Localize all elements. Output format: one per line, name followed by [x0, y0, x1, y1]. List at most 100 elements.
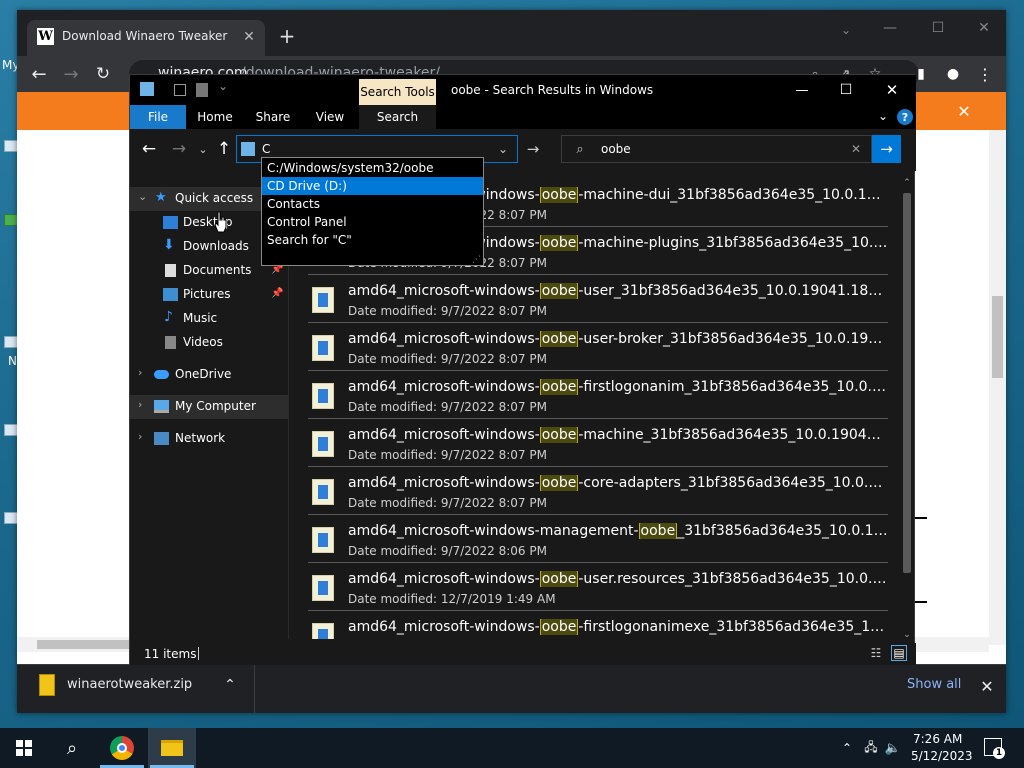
- download-filename[interactable]: winaerotweaker.zip: [67, 677, 192, 692]
- download-chevron-up-icon[interactable]: ⌃: [219, 674, 241, 696]
- address-dropdown-icon[interactable]: ⌄: [492, 137, 514, 161]
- new-tab-icon[interactable]: +: [275, 24, 299, 48]
- maximize-icon[interactable]: ☐: [923, 16, 953, 40]
- tab-close-icon[interactable]: ✕: [239, 27, 259, 47]
- chrome-menu-icon[interactable]: ⋮: [973, 62, 997, 86]
- file-row[interactable]: amd64_microsoft-windows-oobe -user-broker…: [308, 325, 888, 371]
- clear-search-icon[interactable]: ✕: [846, 140, 866, 158]
- search-go-icon[interactable]: →: [872, 135, 901, 163]
- explorer-close-icon[interactable]: ✕: [878, 79, 906, 101]
- file-explorer-taskbar-icon[interactable]: [148, 728, 196, 768]
- scroll-up-icon[interactable]: ⌃: [900, 177, 914, 189]
- collapsed-chevron-icon[interactable]: ›: [138, 398, 142, 411]
- go-arrow-icon[interactable]: →: [522, 137, 544, 161]
- results-scrollbar[interactable]: ⌃ ⌄: [900, 177, 914, 641]
- content-view-icon[interactable]: ▤: [891, 645, 907, 661]
- search-box[interactable]: ⌕ oobe ✕: [561, 135, 872, 163]
- ribbon-tab-share[interactable]: Share: [248, 105, 298, 129]
- minimize-icon[interactable]: —: [875, 16, 905, 40]
- file-row[interactable]: amd64_microsoft-windows-oobe -user.resour…: [308, 565, 888, 611]
- network-icon: [154, 432, 169, 445]
- help-icon[interactable]: ?: [897, 109, 913, 125]
- download-shelf-close-icon[interactable]: ✕: [975, 674, 999, 698]
- show-all-link[interactable]: Show all: [907, 677, 961, 692]
- search-highlight: oobe: [539, 187, 579, 203]
- nav-my-computer[interactable]: › My Computer: [130, 395, 288, 419]
- search-input[interactable]: oobe: [601, 142, 631, 156]
- collapsed-chevron-icon[interactable]: ›: [138, 366, 142, 379]
- start-button[interactable]: [0, 728, 48, 768]
- ribbon-tab-view[interactable]: View: [305, 105, 355, 129]
- results-scrollbar-thumb[interactable]: [903, 193, 911, 573]
- file-row[interactable]: amd64_microsoft-windows-oobe -machine_31b…: [308, 421, 888, 467]
- folder-file-icon: [312, 431, 334, 457]
- desktop-shortcut-icon[interactable]: [4, 214, 18, 226]
- back-icon[interactable]: ←: [27, 62, 51, 86]
- desktop-shortcut-icon[interactable]: [4, 424, 18, 436]
- folder-file-icon: [312, 335, 334, 361]
- resize-grip-icon[interactable]: ⋰: [472, 255, 481, 265]
- desktop-shortcut-icon[interactable]: [4, 140, 18, 152]
- ribbon-tab-home[interactable]: Home: [190, 105, 240, 129]
- file-row[interactable]: amd64_microsoft-windows-oobe -firstlogona…: [308, 373, 888, 419]
- page-scrollbar[interactable]: [989, 130, 1006, 645]
- desktop-shortcut-icon[interactable]: [4, 336, 18, 348]
- browser-tab[interactable]: W Download Winaero Tweaker ✕: [27, 20, 265, 56]
- details-view-icon[interactable]: ☷: [868, 645, 884, 661]
- reload-icon[interactable]: ↻: [91, 62, 115, 86]
- file-row[interactable]: amd64_microsoft-windows-oobe -core-adapte…: [308, 469, 888, 515]
- explorer-minimize-icon[interactable]: —: [788, 79, 816, 101]
- file-row[interactable]: amd64_microsoft-windows-management-oobe _…: [308, 517, 888, 563]
- pin-icon[interactable]: 📌: [271, 288, 283, 299]
- close-window-icon[interactable]: ✕: [969, 16, 999, 40]
- nav-videos[interactable]: Videos: [130, 331, 288, 355]
- expanded-chevron-icon[interactable]: ⌄: [138, 190, 147, 203]
- properties-icon[interactable]: [174, 84, 186, 96]
- ribbon-expand-icon[interactable]: ⌄: [874, 107, 892, 125]
- action-center-icon[interactable]: 1: [984, 738, 1005, 759]
- banner-close-icon[interactable]: ✕: [953, 100, 975, 122]
- divider: [254, 665, 255, 713]
- nav-pictures[interactable]: Pictures 📌: [130, 283, 288, 307]
- file-row[interactable]: amd64_microsoft-windows-oobe -firstlogona…: [308, 613, 888, 639]
- qat-dropdown-icon[interactable]: ⌄: [218, 79, 228, 93]
- recent-locations-icon[interactable]: ⌄: [194, 137, 212, 161]
- forward-icon[interactable]: →: [59, 62, 83, 86]
- clock-time[interactable]: 7:26 AM: [913, 732, 962, 746]
- chrome-taskbar-icon[interactable]: [98, 728, 146, 768]
- address-input[interactable]: C: [262, 142, 270, 156]
- file-row[interactable]: amd64_microsoft-windows-oobe -user_31bf38…: [308, 277, 888, 323]
- nav-music[interactable]: ♪ Music: [130, 307, 288, 331]
- profile-icon[interactable]: ●: [941, 62, 965, 86]
- autocomplete-option[interactable]: Search for "C": [262, 231, 483, 249]
- ribbon-tab-search[interactable]: Search: [359, 105, 436, 129]
- search-tools-context-tab[interactable]: Search Tools: [359, 79, 436, 105]
- volume-icon[interactable]: 🔈: [884, 738, 902, 758]
- clock-date[interactable]: 5/12/2023: [911, 749, 973, 763]
- autocomplete-option[interactable]: CD Drive (D:): [262, 177, 483, 195]
- nav-network[interactable]: › Network: [130, 427, 288, 451]
- page-scrollbar-thumb[interactable]: [992, 296, 1003, 378]
- address-autocomplete-dropdown: C:/Windows/system32/oobe CD Drive (D:) Con…: [261, 157, 484, 266]
- explorer-maximize-icon[interactable]: ☐: [832, 79, 860, 101]
- search-taskbar-icon[interactable]: ⌕: [48, 728, 96, 768]
- network-tray-icon[interactable]: 🖧: [862, 738, 880, 758]
- address-folder-icon: [241, 142, 255, 156]
- desktop-shortcut-icon[interactable]: [4, 512, 18, 524]
- nav-label: My Computer: [175, 399, 256, 413]
- nav-up-icon[interactable]: ↑: [213, 137, 235, 161]
- autocomplete-option[interactable]: Contacts: [262, 195, 483, 213]
- nav-onedrive[interactable]: › OneDrive: [130, 363, 288, 387]
- autocomplete-option[interactable]: C:/Windows/system32/oobe: [262, 159, 483, 177]
- scroll-down-icon[interactable]: ⌄: [900, 629, 914, 641]
- new-folder-icon[interactable]: [196, 83, 208, 97]
- nav-forward-icon[interactable]: →: [168, 137, 190, 161]
- chevron-down-icon[interactable]: ⌄: [831, 18, 861, 42]
- file-name: amd64_microsoft-windows-oobe -core-adapte…: [348, 475, 888, 491]
- show-hidden-icons-icon[interactable]: ⌃: [838, 738, 856, 758]
- autocomplete-option[interactable]: Control Panel: [262, 213, 483, 231]
- nav-back-icon[interactable]: ←: [138, 137, 160, 161]
- ribbon-tab-file[interactable]: File: [130, 105, 186, 129]
- collapsed-chevron-icon[interactable]: ›: [138, 430, 142, 443]
- zip-file-icon: [39, 674, 55, 696]
